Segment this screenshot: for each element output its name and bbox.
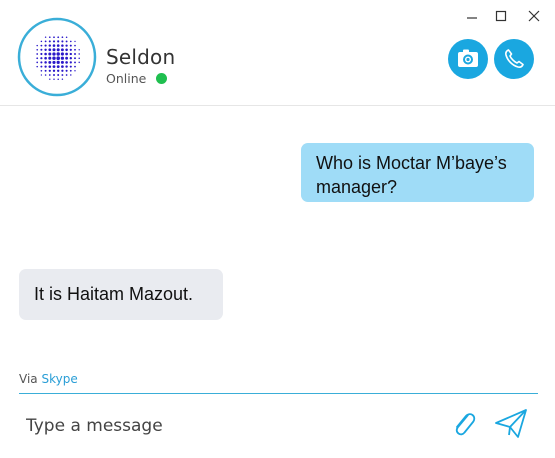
paperclip-icon [455,413,476,436]
via-prefix: Via [19,372,38,386]
avatar[interactable] [17,17,97,97]
status-dot [156,73,167,84]
message-input[interactable] [26,414,426,438]
composer-divider [19,393,538,394]
voice-call-button[interactable] [494,39,534,79]
phone-icon [505,49,524,68]
attach-button[interactable] [449,408,477,442]
contact-name: Seldon [106,45,176,69]
send-icon [495,409,527,438]
dotted-sphere-icon [17,17,97,97]
send-button[interactable] [493,406,529,444]
channel-info: Via Skype [19,372,78,386]
close-button[interactable] [523,6,545,26]
maximize-button[interactable] [490,6,512,26]
minimize-icon [467,17,477,19]
maximize-icon [495,10,507,22]
outgoing-message-text: Who is Moctar M’baye’s manager? [316,153,507,197]
contact-status: Online [106,71,147,86]
skype-link[interactable]: Skype [41,372,77,386]
outgoing-message-bubble: Who is Moctar M’baye’s manager? [301,143,534,202]
camera-icon [458,49,478,67]
chat-header: Seldon Online [0,0,555,106]
close-icon [528,10,540,22]
incoming-message-bubble: It is Haitam Mazout. [19,269,223,320]
minimize-button[interactable] [461,6,483,26]
incoming-message-text: It is Haitam Mazout. [34,284,194,304]
video-call-button[interactable] [448,39,488,79]
